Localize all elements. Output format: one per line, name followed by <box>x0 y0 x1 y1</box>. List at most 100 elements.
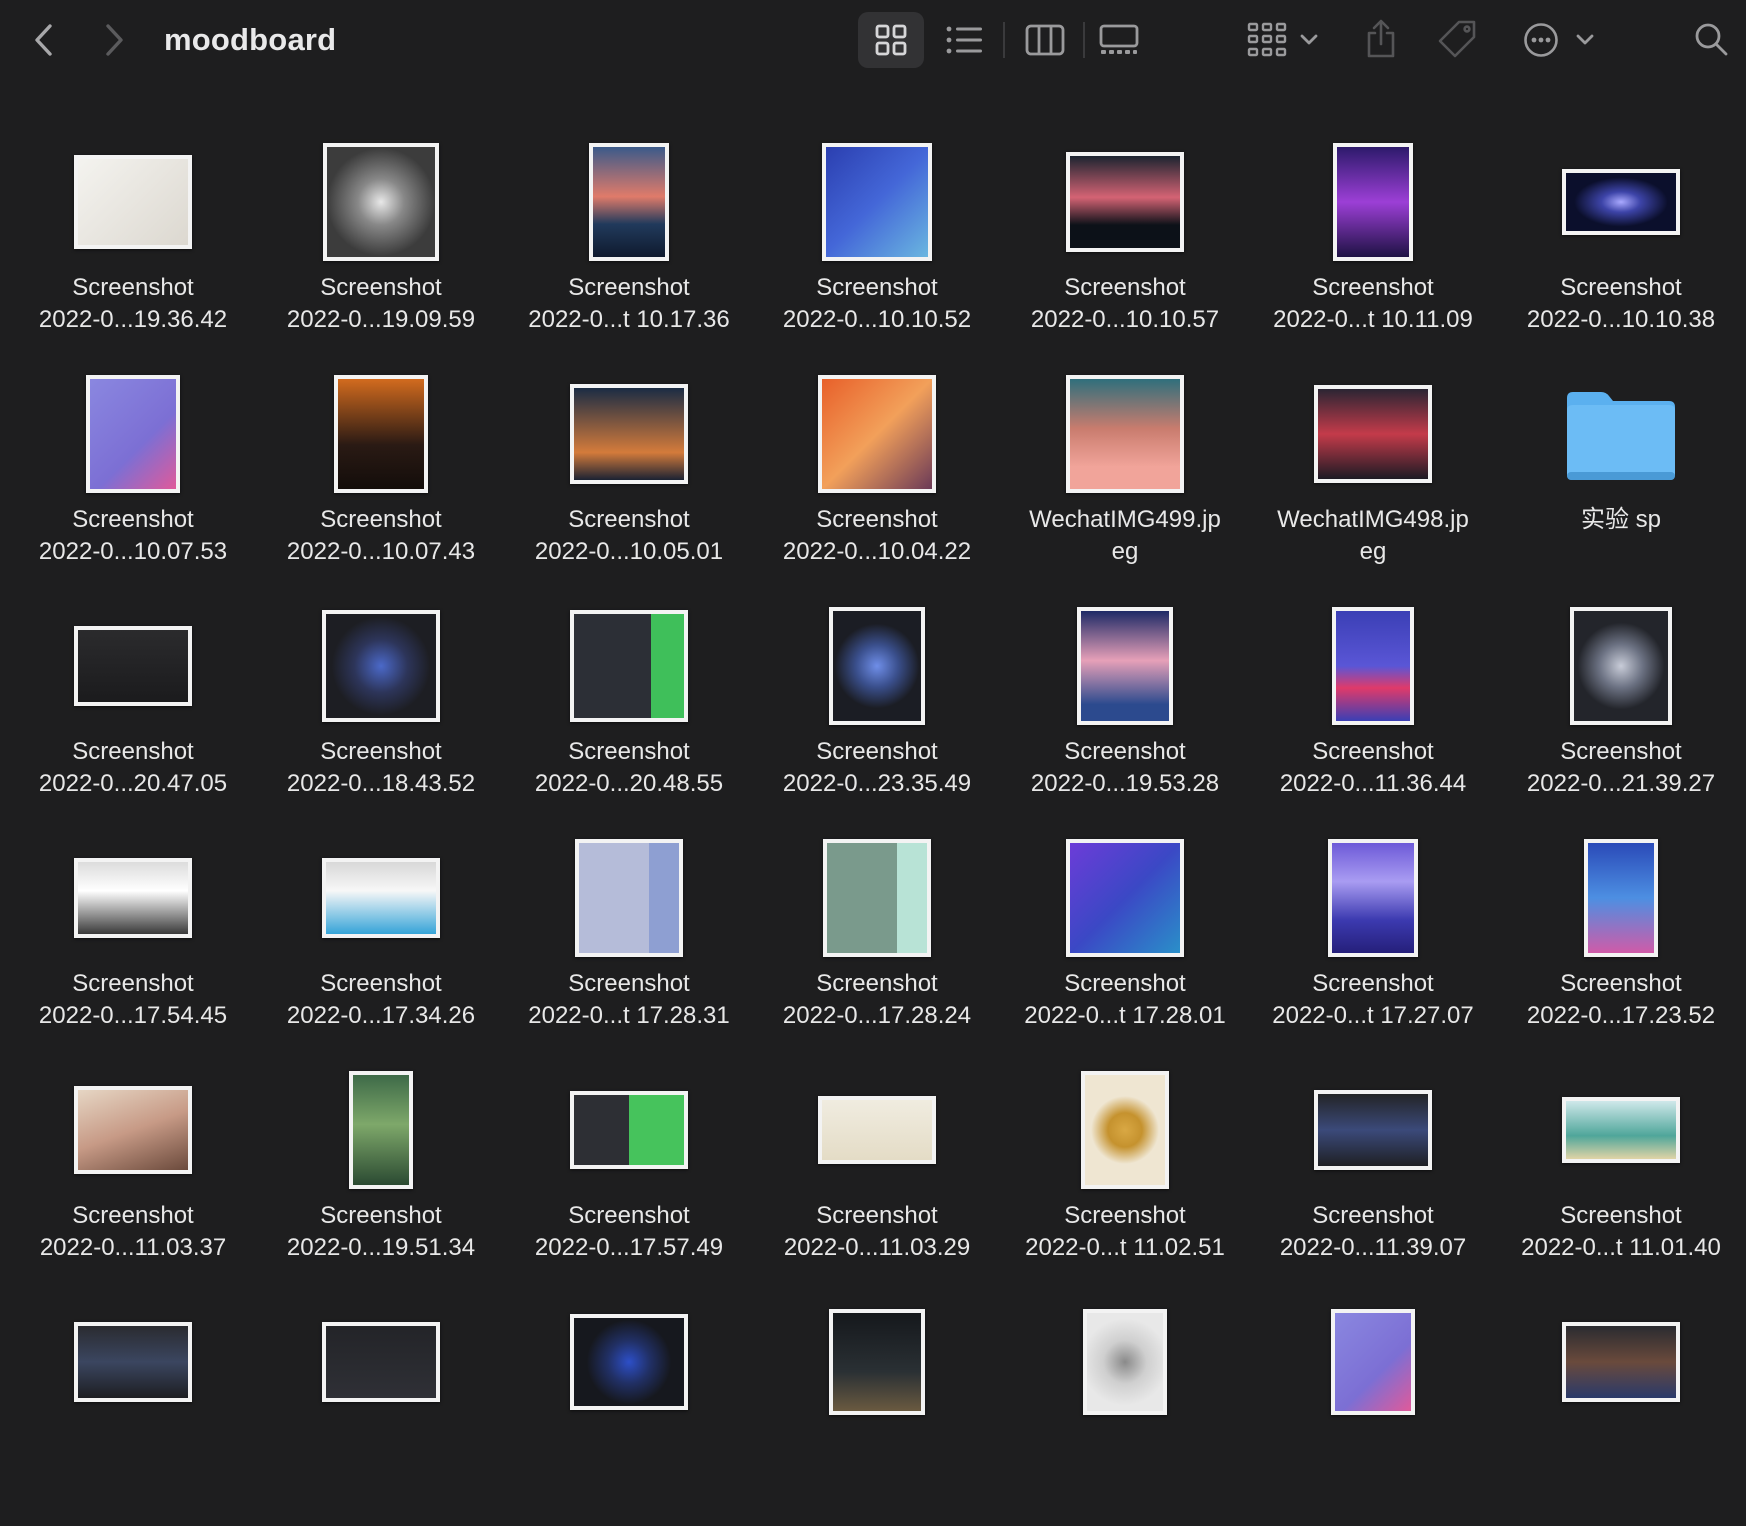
file-item[interactable]: Screenshot 2022-0...19.51.34 <box>257 1062 505 1294</box>
file-name-line-1: Screenshot <box>1312 970 1434 997</box>
file-item[interactable]: Screenshot 2022-0...18.43.52 <box>257 598 505 830</box>
thumbnail-container <box>1001 134 1249 270</box>
image-thumbnail <box>349 1071 413 1189</box>
file-name-line-1: Screenshot <box>816 1202 938 1229</box>
thumbnail-container <box>1001 830 1249 966</box>
file-name-line-2: 2022-0...t 10.17.36 <box>528 306 730 333</box>
file-name-line-2: 2022-0...t 17.28.31 <box>528 1002 730 1029</box>
thumbnail-container <box>1001 598 1249 734</box>
file-item[interactable]: Screenshot 2022-0...11.36.44 <box>1249 598 1497 830</box>
thumbnail-container <box>257 830 505 966</box>
file-item[interactable]: Screenshot 2022-0...11.03.29 <box>753 1062 1001 1294</box>
file-item[interactable] <box>505 1294 753 1526</box>
file-name-line-2: 2022-0...10.10.57 <box>1030 306 1220 333</box>
file-name-line-2: 2022-0...10.05.01 <box>534 538 724 565</box>
file-name-line-1: Screenshot <box>1064 274 1186 301</box>
file-name-line-2: 2022-0...19.36.42 <box>38 306 228 333</box>
file-name-line-1: Screenshot <box>320 274 442 301</box>
file-item[interactable]: Screenshot 2022-0...t 11.02.51 <box>1001 1062 1249 1294</box>
file-item[interactable]: Screenshot 2022-0...11.03.37 <box>9 1062 257 1294</box>
thumbnail-container <box>9 598 257 734</box>
file-item[interactable]: WechatIMG498.jp eg <box>1249 366 1497 598</box>
file-item[interactable]: Screenshot 2022-0...10.10.38 <box>1497 134 1745 366</box>
file-name-line-1: Screenshot <box>320 738 442 765</box>
file-item[interactable]: Screenshot 2022-0...23.35.49 <box>753 598 1001 830</box>
file-name-label: Screenshot 2022-0...10.07.53 <box>9 504 257 568</box>
image-thumbnail <box>74 626 192 706</box>
thumbnail-container <box>753 1294 1001 1430</box>
file-item[interactable]: Screenshot 2022-0...20.47.05 <box>9 598 257 830</box>
image-thumbnail <box>1331 1309 1415 1415</box>
file-name-line-2: 2022-0...19.09.59 <box>286 306 476 333</box>
thumbnail-container <box>1249 1062 1497 1198</box>
thumbnail-container <box>753 830 1001 966</box>
file-name-line-1: Screenshot <box>816 506 938 533</box>
file-item[interactable]: Screenshot 2022-0...20.48.55 <box>505 598 753 830</box>
file-item[interactable]: Screenshot 2022-0...10.05.01 <box>505 366 753 598</box>
file-item[interactable]: Screenshot 2022-0...17.34.26 <box>257 830 505 1062</box>
file-item[interactable]: Screenshot 2022-0...t 17.28.01 <box>1001 830 1249 1062</box>
file-item[interactable] <box>753 1294 1001 1526</box>
file-item[interactable]: Screenshot 2022-0...t 10.17.36 <box>505 134 753 366</box>
file-name-line-1: Screenshot <box>568 506 690 533</box>
folder-item[interactable]: 实验 sp <box>1497 366 1745 598</box>
file-name-line-1: Screenshot <box>1560 274 1682 301</box>
file-item[interactable]: Screenshot 2022-0...t 17.28.31 <box>505 830 753 1062</box>
file-item[interactable]: Screenshot 2022-0...11.39.07 <box>1249 1062 1497 1294</box>
file-item[interactable]: Screenshot 2022-0...10.07.43 <box>257 366 505 598</box>
file-item[interactable]: Screenshot 2022-0...t 11.01.40 <box>1497 1062 1745 1294</box>
file-item[interactable]: Screenshot 2022-0...17.28.24 <box>753 830 1001 1062</box>
file-name-line-1: Screenshot <box>72 506 194 533</box>
file-item[interactable] <box>257 1294 505 1526</box>
file-name-label: Screenshot 2022-0...17.28.24 <box>753 968 1001 1032</box>
file-item[interactable]: Screenshot 2022-0...17.54.45 <box>9 830 257 1062</box>
file-item[interactable]: WechatIMG499.jp eg <box>1001 366 1249 598</box>
file-name-label: Screenshot 2022-0...t 10.17.36 <box>505 272 753 336</box>
image-thumbnail <box>322 610 440 722</box>
image-thumbnail <box>1081 1071 1169 1189</box>
thumbnail-container <box>753 366 1001 502</box>
file-name-line-2: 2022-0...t 10.11.09 <box>1273 306 1473 333</box>
file-item[interactable]: Screenshot 2022-0...19.53.28 <box>1001 598 1249 830</box>
file-item[interactable]: Screenshot 2022-0...19.36.42 <box>9 134 257 366</box>
image-thumbnail <box>74 1086 192 1174</box>
file-item[interactable]: Screenshot 2022-0...17.57.49 <box>505 1062 753 1294</box>
image-thumbnail <box>575 839 683 957</box>
file-item[interactable]: Screenshot 2022-0...17.23.52 <box>1497 830 1745 1062</box>
file-name-line-1: Screenshot <box>72 738 194 765</box>
image-thumbnail <box>1328 839 1418 957</box>
file-name-line-2: 2022-0...17.34.26 <box>286 1002 476 1029</box>
file-item[interactable] <box>1001 1294 1249 1526</box>
file-item[interactable]: Screenshot 2022-0...21.39.27 <box>1497 598 1745 830</box>
file-name-line-1: Screenshot <box>1560 1202 1682 1229</box>
image-thumbnail <box>323 143 439 261</box>
image-thumbnail <box>829 1309 925 1415</box>
thumbnail-container <box>1497 1062 1745 1198</box>
file-item[interactable]: Screenshot 2022-0...19.09.59 <box>257 134 505 366</box>
thumbnail-container <box>9 830 257 966</box>
file-name-label: Screenshot 2022-0...10.05.01 <box>505 504 753 568</box>
thumbnail-container <box>505 366 753 502</box>
file-item[interactable] <box>9 1294 257 1526</box>
file-item[interactable]: Screenshot 2022-0...10.10.52 <box>753 134 1001 366</box>
image-thumbnail <box>818 1096 936 1164</box>
file-name-line-2: 2022-0...10.04.22 <box>782 538 972 565</box>
file-name-line-2: 2022-0...21.39.27 <box>1526 770 1716 797</box>
image-thumbnail <box>823 839 931 957</box>
image-thumbnail <box>1332 607 1414 725</box>
file-item[interactable]: Screenshot 2022-0...t 10.11.09 <box>1249 134 1497 366</box>
file-name-label: Screenshot 2022-0...t 11.01.40 <box>1497 1200 1745 1264</box>
thumbnail-container <box>505 598 753 734</box>
file-item[interactable]: Screenshot 2022-0...10.07.53 <box>9 366 257 598</box>
file-name-line-2: 2022-0...11.36.44 <box>1279 770 1467 797</box>
file-item[interactable] <box>1497 1294 1745 1526</box>
file-item[interactable] <box>1249 1294 1497 1526</box>
thumbnail-container <box>753 1062 1001 1198</box>
file-name-line-1: Screenshot <box>1312 738 1434 765</box>
file-item[interactable]: Screenshot 2022-0...10.10.57 <box>1001 134 1249 366</box>
thumbnail-container <box>1497 830 1745 966</box>
file-item[interactable]: Screenshot 2022-0...10.04.22 <box>753 366 1001 598</box>
image-thumbnail <box>829 607 925 725</box>
image-thumbnail <box>1584 839 1658 957</box>
file-item[interactable]: Screenshot 2022-0...t 17.27.07 <box>1249 830 1497 1062</box>
